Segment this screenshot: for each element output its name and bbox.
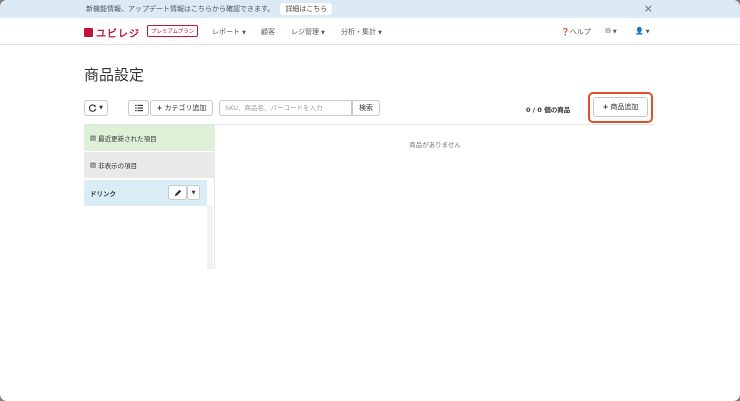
category-item-hidden[interactable]: ▤ 非表示の項目 [84, 152, 214, 178]
logo[interactable]: ユビレジ [84, 25, 140, 40]
caret-down-icon: ▼ [99, 105, 103, 111]
category-options-button[interactable]: ▼ [187, 185, 200, 200]
navbar: ユビレジ プレミアムプラン レポート ▼ 顧客 レジ管理 ▼ 分析・集計 ▼ ❓ヘルプ… [0, 18, 740, 45]
logo-mark-icon [84, 28, 93, 37]
category-label: 非表示の項目 [98, 162, 138, 170]
user-menu[interactable]: 👤 ▼ [635, 27, 650, 35]
nav-item-reports[interactable]: レポート ▼ [212, 27, 246, 37]
search-button[interactable]: 検索 [352, 100, 380, 116]
caret-down-icon: ▼ [612, 29, 617, 35]
document-icon: ▤ [90, 161, 97, 169]
document-icon: ▤ [90, 134, 97, 142]
app-window: 新機能情報、アップデート情報はこちらから確認できます。 詳細はこちら × ユビレ… [0, 0, 740, 401]
add-product-label: 商品追加 [610, 103, 639, 111]
search-input[interactable] [219, 100, 352, 116]
category-item-recent[interactable]: ▤ 最近更新された項目 [84, 125, 214, 151]
nav-item-label: 顧客 [261, 28, 275, 36]
user-icon: 👤 [635, 27, 644, 35]
category-label: ドリンク [90, 190, 116, 198]
empty-products-message: 商品がありません [409, 141, 461, 149]
nav-item-label: レジ管理 [291, 28, 319, 36]
product-count: 0 / 0 個の商品 [526, 106, 571, 114]
pencil-icon [174, 189, 181, 196]
page-title: 商品設定 [84, 66, 145, 84]
nav-item-register[interactable]: レジ管理 ▼ [291, 27, 325, 37]
add-category-button[interactable]: + カテゴリ追加 [150, 100, 213, 116]
refresh-dropdown-button[interactable]: ▼ [84, 100, 108, 116]
caret-down-icon: ▼ [321, 30, 325, 36]
close-icon[interactable]: × [644, 2, 653, 15]
add-category-label: カテゴリ追加 [164, 104, 207, 112]
envelope-icon: ✉ [605, 27, 611, 35]
info-bar: 新機能情報、アップデート情報はこちらから確認できます。 詳細はこちら × [0, 0, 740, 18]
category-item-drink[interactable]: ドリンク ▼ [84, 180, 207, 206]
plus-icon: + [602, 103, 609, 111]
info-text: 新機能情報、アップデート情報はこちらから確認できます。 [86, 5, 275, 13]
nav-item-analytics[interactable]: 分析・集計 ▼ [341, 27, 382, 37]
caret-down-icon: ▼ [191, 189, 196, 196]
info-details-link[interactable]: 詳細はこちら [280, 3, 333, 15]
notifications-menu[interactable]: ✉ ▼ [605, 27, 617, 35]
list-icon [134, 104, 143, 112]
edit-category-button[interactable] [168, 185, 187, 200]
plus-icon: + [156, 104, 163, 112]
category-list: ▤ 最近更新された項目 ▤ 非表示の項目 ドリンク ▼ [84, 125, 214, 269]
caret-down-icon: ▼ [645, 29, 650, 35]
caret-down-icon: ▼ [378, 30, 382, 36]
add-product-button[interactable]: + 商品追加 [593, 97, 648, 117]
nav-item-customers[interactable]: 顧客 [261, 27, 275, 37]
nav-item-label: 分析・集計 [341, 28, 376, 36]
category-label: 最近更新された項目 [98, 135, 157, 143]
plan-badge: プレミアムプラン [147, 25, 199, 37]
nav-item-label: レポート [212, 28, 240, 36]
caret-down-icon: ▼ [242, 30, 246, 36]
list-view-button[interactable] [128, 100, 149, 116]
category-scrollbar[interactable] [207, 205, 213, 269]
logo-text: ユビレジ [96, 29, 140, 40]
refresh-icon [89, 104, 97, 112]
help-link[interactable]: ❓ヘルプ [561, 27, 591, 37]
help-label: ヘルプ [569, 28, 591, 36]
question-circle-icon: ❓ [561, 28, 570, 36]
